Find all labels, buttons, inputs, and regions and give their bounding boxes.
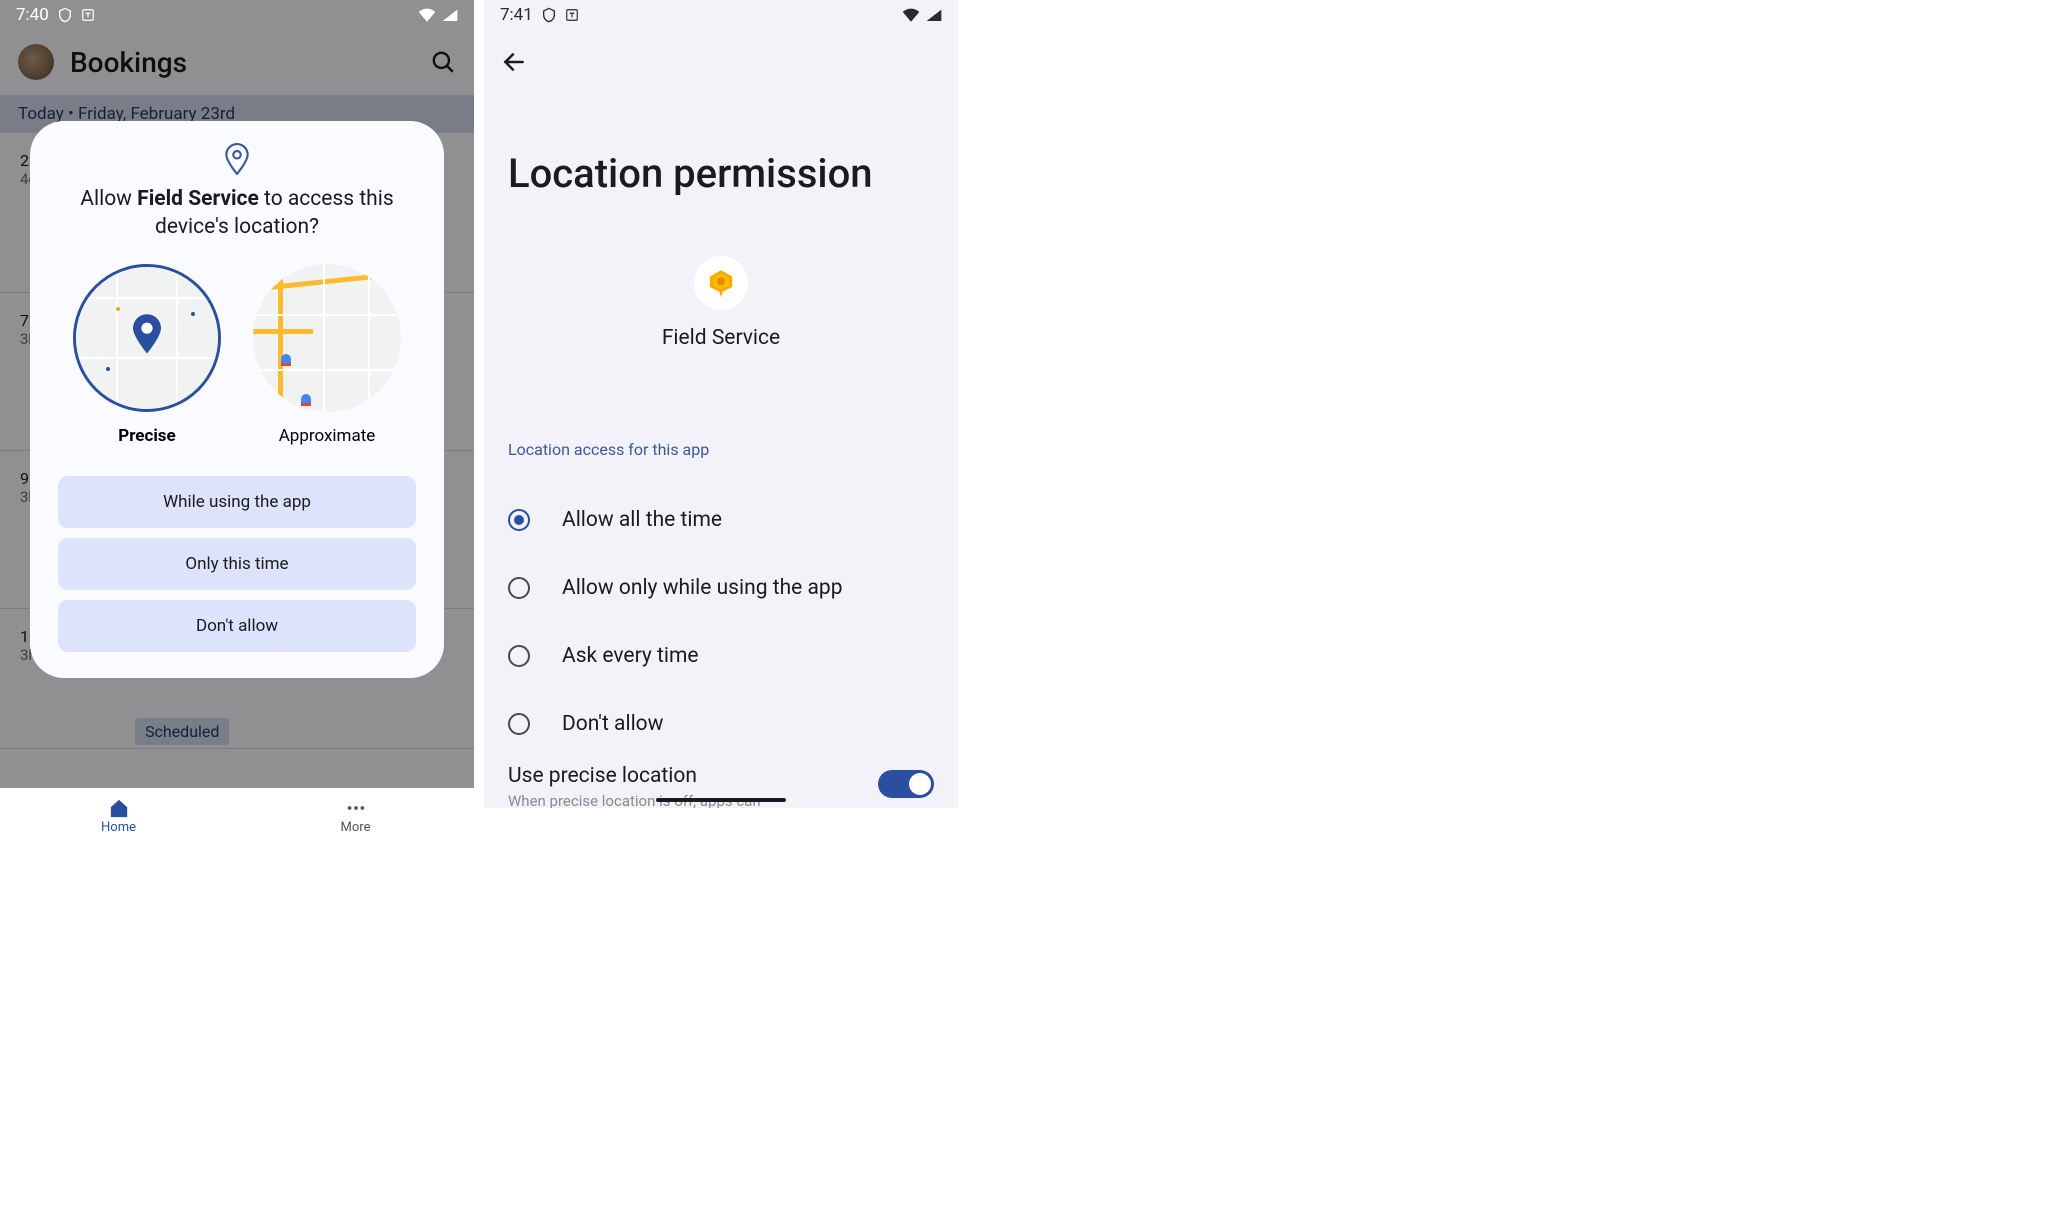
toggle-title: Use precise location [508, 764, 878, 788]
screen-location-settings: 7:41 Location permission Field Service L… [484, 0, 958, 808]
radio-icon [508, 645, 530, 667]
precise-option[interactable]: Precise [73, 264, 221, 446]
text-icon [81, 8, 95, 22]
back-button[interactable] [496, 44, 532, 80]
location-permission-dialog: Allow Field Service to access this devic… [30, 121, 444, 678]
shield-icon [541, 7, 557, 23]
while-using-app-button[interactable]: While using the app [58, 476, 416, 528]
radio-group: Allow all the time Allow only while usin… [508, 486, 934, 758]
option-while-using[interactable]: Allow only while using the app [508, 554, 934, 622]
option-ask-every-time[interactable]: Ask every time [508, 622, 934, 690]
app-identity: Field Service [484, 256, 958, 350]
approximate-option[interactable]: Approximate [253, 264, 401, 446]
dialog-prompt: Allow Field Service to access this devic… [30, 185, 444, 242]
signal-icon [442, 8, 458, 22]
radio-icon [508, 577, 530, 599]
radio-icon [508, 509, 530, 531]
app-icon [694, 256, 748, 310]
arrow-left-icon [501, 49, 527, 75]
precise-label: Precise [118, 426, 175, 446]
empty-space [958, 0, 2054, 1206]
text-icon [565, 8, 579, 22]
location-pin-icon [30, 143, 444, 175]
option-allow-all[interactable]: Allow all the time [508, 486, 934, 554]
shield-icon [57, 7, 73, 23]
page-heading: Location permission [508, 150, 873, 197]
signal-icon [926, 8, 942, 22]
home-icon [108, 798, 130, 818]
approximate-label: Approximate [279, 426, 376, 446]
radio-icon [508, 713, 530, 735]
map-pin-icon [130, 312, 164, 354]
status-bar: 7:41 [484, 0, 958, 30]
status-time: 7:40 [16, 5, 49, 25]
status-time: 7:41 [500, 5, 533, 25]
system-nav-pill [656, 798, 786, 802]
accuracy-options: Precise Approximate [30, 264, 444, 446]
app-name: Field Service [662, 326, 780, 350]
nav-more[interactable]: More [237, 788, 474, 844]
bottom-nav: Home More [0, 788, 474, 844]
only-this-time-button[interactable]: Only this time [58, 538, 416, 590]
wifi-icon [418, 8, 436, 22]
toggle-switch[interactable] [878, 770, 934, 798]
more-icon [345, 798, 367, 818]
nav-home[interactable]: Home [0, 788, 237, 844]
status-bar: 7:40 [0, 0, 474, 30]
dont-allow-button[interactable]: Don't allow [58, 600, 416, 652]
option-dont-allow[interactable]: Don't allow [508, 690, 934, 758]
wifi-icon [902, 8, 920, 22]
screen-bookings: 7:40 Bookings Today • Friday, February 2… [0, 0, 474, 844]
section-header: Location access for this app [508, 440, 709, 459]
